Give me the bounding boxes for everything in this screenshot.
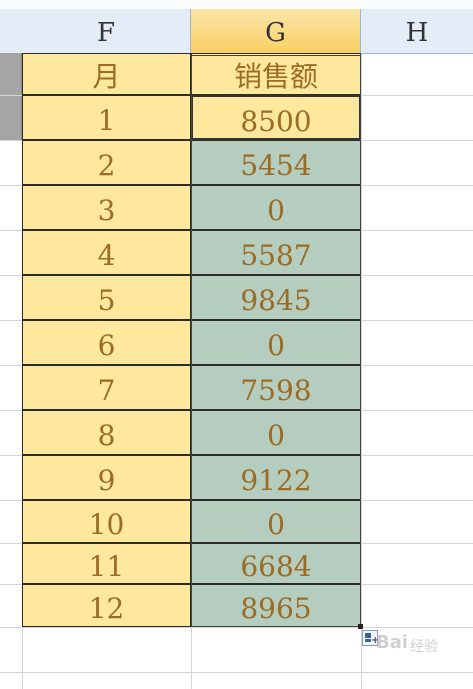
sales-cell[interactable]: 0 xyxy=(191,320,361,365)
sales-cell[interactable]: 7598 xyxy=(191,365,361,410)
watermark: Bai 经验 xyxy=(376,632,472,672)
gridline-horizontal xyxy=(0,672,473,673)
gridline-horizontal xyxy=(0,627,473,628)
month-cell[interactable]: 5 xyxy=(22,275,191,320)
month-cell[interactable]: 9 xyxy=(22,455,191,500)
sales-cell[interactable]: 6684 xyxy=(191,543,361,584)
watermark-logo: Bai xyxy=(376,632,409,653)
month-cell[interactable]: 8 xyxy=(22,410,191,455)
sales-cell[interactable]: 9845 xyxy=(191,275,361,320)
gridline-vertical xyxy=(361,53,362,689)
month-cell[interactable]: 1 xyxy=(22,95,191,140)
column-header-g[interactable]: G xyxy=(191,9,361,53)
sales-cell[interactable]: 8965 xyxy=(191,584,361,627)
header-cell-sales[interactable]: 销售额 xyxy=(191,53,361,95)
sales-cell[interactable]: 9122 xyxy=(191,455,361,500)
sales-cell[interactable]: 5454 xyxy=(191,140,361,185)
sales-cell[interactable]: 5587 xyxy=(191,230,361,275)
column-header-h[interactable]: H xyxy=(361,9,473,53)
sales-cell[interactable]: 0 xyxy=(191,185,361,230)
watermark-text: 经验 xyxy=(410,639,438,655)
row-header[interactable] xyxy=(0,53,22,95)
sales-cell[interactable]: 0 xyxy=(191,500,361,543)
month-cell[interactable]: 4 xyxy=(22,230,191,275)
month-cell[interactable]: 2 xyxy=(22,140,191,185)
month-cell[interactable]: 6 xyxy=(22,320,191,365)
column-header-f[interactable]: F xyxy=(22,9,191,53)
sales-cell[interactable]: 8500 xyxy=(191,95,361,140)
fill-handle[interactable] xyxy=(358,624,363,629)
month-cell[interactable]: 3 xyxy=(22,185,191,230)
month-cell[interactable]: 12 xyxy=(22,584,191,627)
month-cell[interactable]: 11 xyxy=(22,543,191,584)
month-cell[interactable]: 7 xyxy=(22,365,191,410)
month-cell[interactable]: 10 xyxy=(22,500,191,543)
row-header[interactable] xyxy=(0,95,22,140)
header-cell-month[interactable]: 月 xyxy=(22,53,191,95)
sales-cell[interactable]: 0 xyxy=(191,410,361,455)
